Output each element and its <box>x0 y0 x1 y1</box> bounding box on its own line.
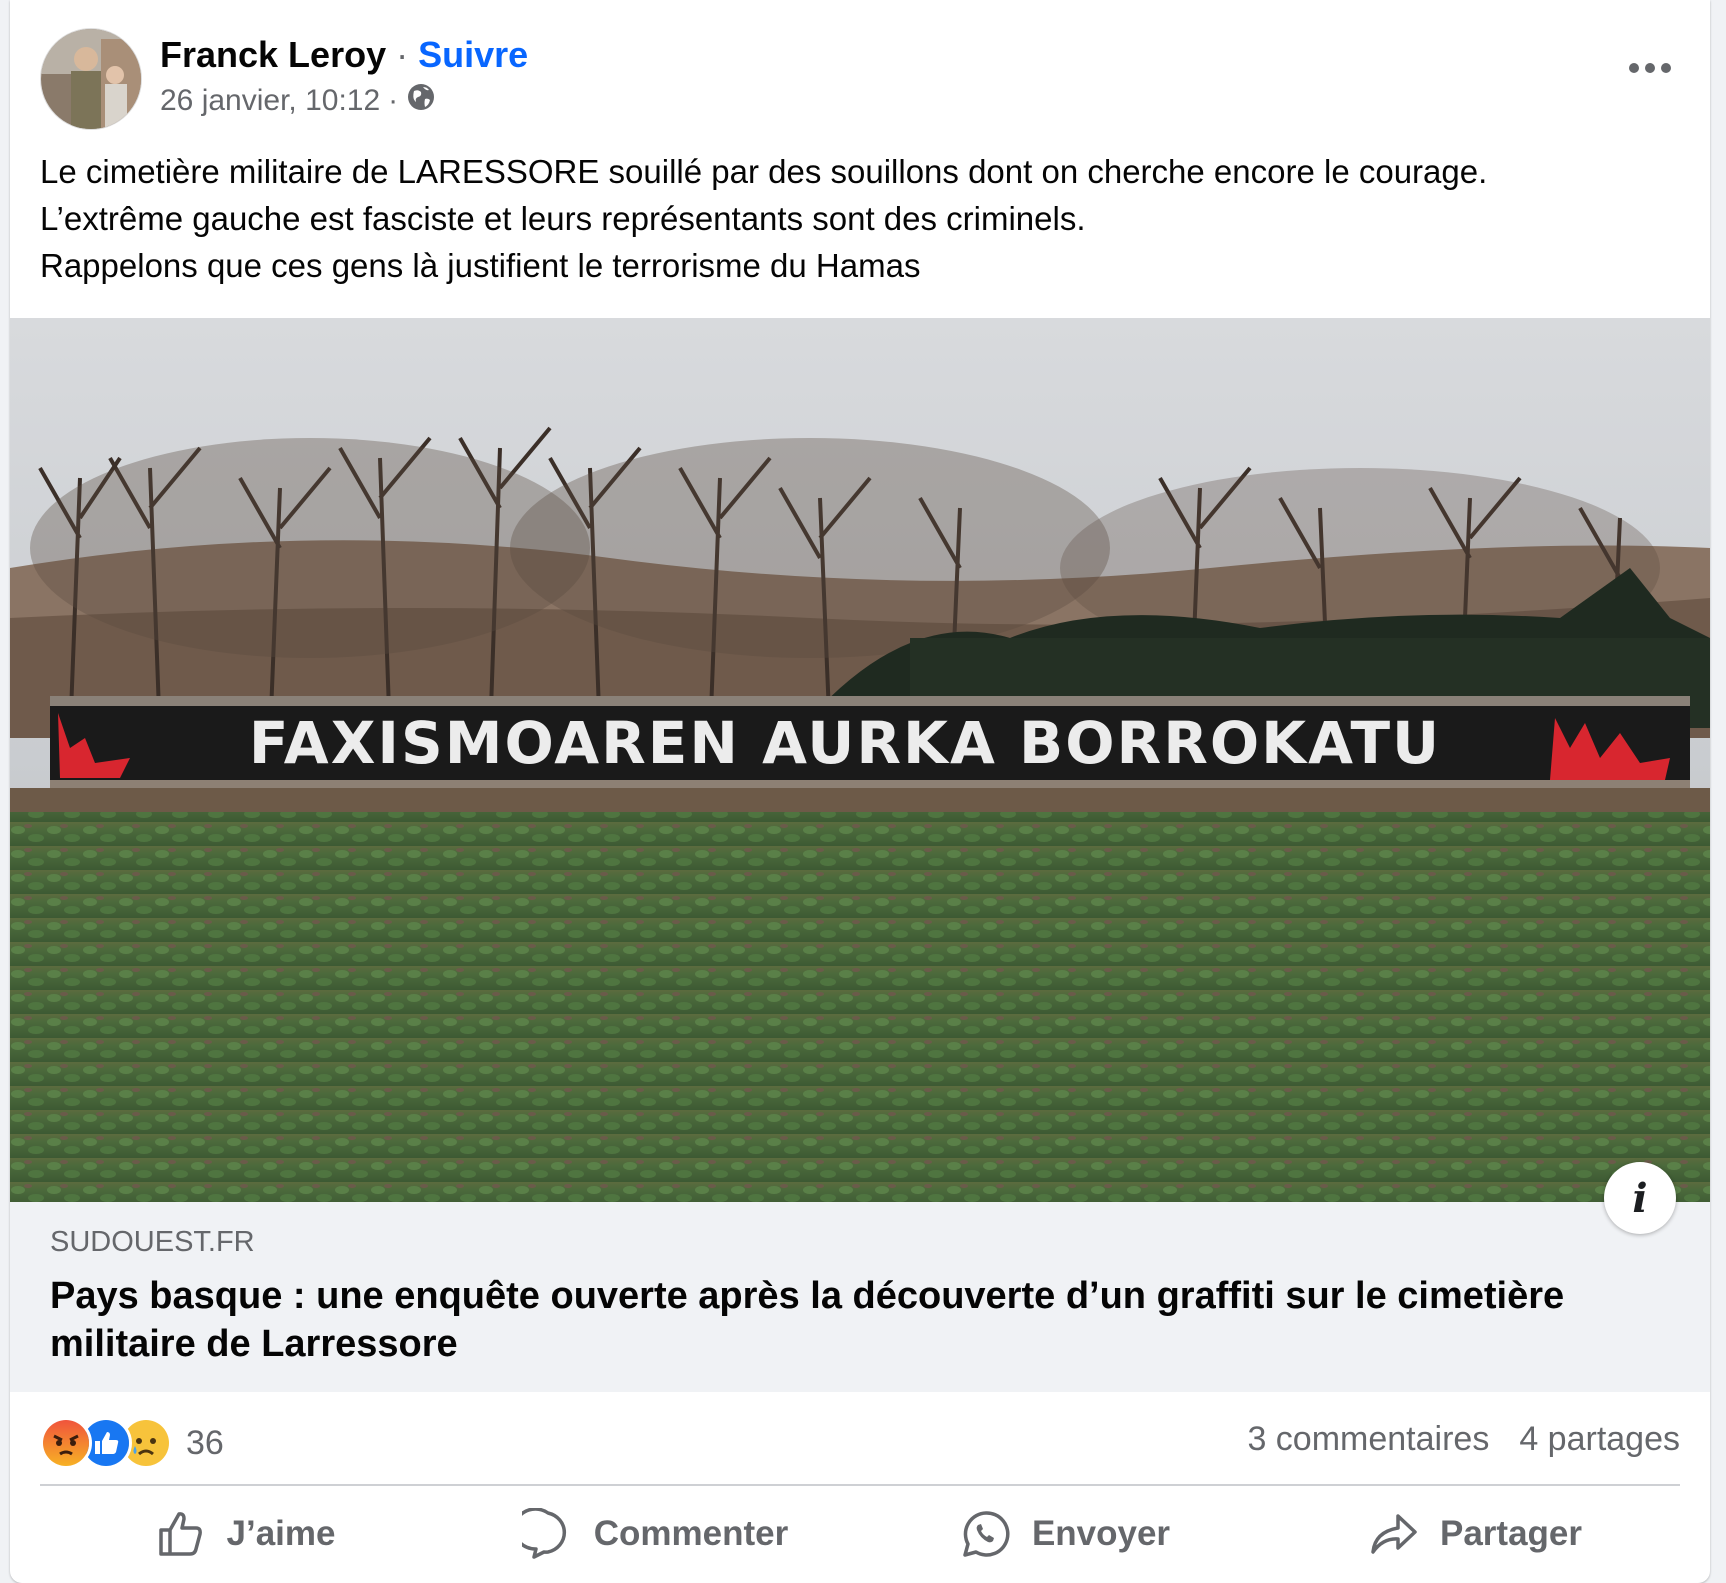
share-arrow-icon <box>1371 1514 1417 1554</box>
post-text-line: Le cimetière militaire de LARESSORE soui… <box>40 153 1488 190</box>
angry-reaction-icon <box>40 1417 92 1469</box>
follow-button[interactable]: Suivre <box>418 34 528 75</box>
link-preview-card[interactable]: SUDOUEST.FR Pays basque : une enquête ou… <box>10 1162 1710 1392</box>
reaction-count: 36 <box>186 1423 224 1462</box>
post-stats: 36 3 commentaires 4 partages <box>40 1412 1680 1472</box>
more-options-button[interactable] <box>1620 48 1680 88</box>
comment-label: Commenter <box>593 1514 789 1553</box>
share-label: Partager <box>1439 1514 1583 1553</box>
whatsapp-icon <box>963 1511 1010 1557</box>
comments-count[interactable]: 3 commentaires <box>1247 1420 1489 1459</box>
reactions-summary[interactable]: 36 <box>40 1417 224 1469</box>
post-timestamp[interactable]: 26 janvier, 10:12 <box>160 84 380 118</box>
share-button[interactable]: Partager <box>1270 1494 1680 1574</box>
action-bar: J’aime Commenter Envoyer Partager <box>40 1494 1680 1574</box>
post-text-line: L’extrême gauche est fasciste et leurs r… <box>40 200 1086 237</box>
author-line: Franck Leroy · Suivre <box>160 34 528 76</box>
meta-separator: · <box>388 84 399 117</box>
globe-icon[interactable] <box>406 82 436 120</box>
link-headline[interactable]: Pays basque : une enquête ouverte après … <box>50 1272 1590 1368</box>
more-horizontal-icon <box>1629 63 1671 73</box>
divider <box>40 1484 1680 1486</box>
shares-count[interactable]: 4 partages <box>1519 1420 1680 1459</box>
send-button[interactable]: Envoyer <box>860 1494 1270 1574</box>
post-meta: 26 janvier, 10:12 · <box>160 82 436 120</box>
post-text-line: Rappelons que ces gens là justifient le … <box>40 247 921 284</box>
comment-button[interactable]: Commenter <box>450 1494 860 1574</box>
graffiti-text: FAXISMOAREN AURKA BORROKATU <box>249 709 1441 777</box>
info-button[interactable]: i <box>1604 1162 1676 1234</box>
link-preview-image[interactable]: FAXISMOAREN AURKA BORROKATU <box>10 318 1710 1202</box>
post-header: Franck Leroy · Suivre 26 janvier, 10:12 … <box>40 28 1680 130</box>
like-button[interactable]: J’aime <box>40 1494 450 1574</box>
info-icon: i <box>1632 1174 1648 1222</box>
link-domain: SUDOUEST.FR <box>50 1226 255 1258</box>
post-card: Franck Leroy · Suivre 26 janvier, 10:12 … <box>10 0 1710 1583</box>
avatar[interactable] <box>40 28 142 130</box>
name-separator: · <box>396 34 409 75</box>
comment-bubble-icon <box>521 1508 566 1559</box>
send-label: Envoyer <box>1031 1514 1171 1553</box>
like-label: J’aime <box>226 1514 336 1553</box>
thumbs-up-icon <box>158 1512 202 1556</box>
author-name[interactable]: Franck Leroy <box>160 34 386 75</box>
engagement-counts: 3 commentaires 4 partages <box>1247 1420 1680 1459</box>
post-text: Le cimetière militaire de LARESSORE soui… <box>40 148 1680 289</box>
